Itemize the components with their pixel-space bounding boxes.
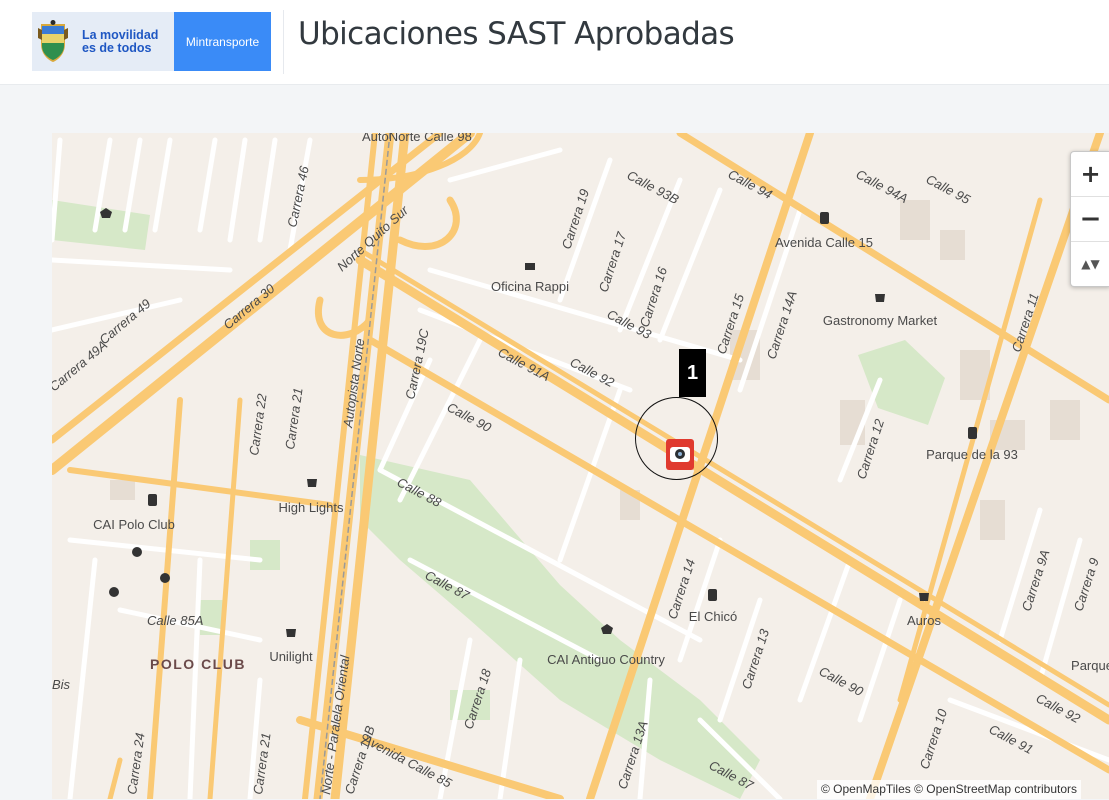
- logo-line-2: es de todos: [82, 40, 152, 55]
- street-label: Carrera 13: [739, 626, 773, 690]
- bus-icon: [820, 212, 829, 224]
- major-road: [147, 397, 183, 799]
- street-label: Calle 85A: [147, 613, 203, 628]
- street-label: Carrera 46: [284, 164, 312, 229]
- street: [257, 137, 278, 243]
- building: [1050, 400, 1080, 440]
- street-label: Calle 95: [924, 171, 974, 207]
- street-label: Calle 93B: [625, 167, 682, 207]
- mail-icon: [525, 263, 535, 270]
- street-label: Carrera 17: [596, 229, 630, 293]
- poi-label: POLO CLUB: [150, 656, 246, 672]
- street-label: Calle 90: [817, 663, 867, 699]
- street-label: Calle 92: [568, 354, 618, 390]
- poi-label: Gastronomy Market: [823, 313, 938, 328]
- park-area: [858, 340, 945, 425]
- street-label: Calle 94A: [854, 166, 911, 206]
- zoom-in-button[interactable]: +: [1071, 152, 1109, 197]
- header-divider: [283, 10, 284, 74]
- poi-label: El Chicó: [689, 609, 737, 624]
- street-label: Carrera 49A: [52, 337, 110, 394]
- interchange-ramp: [396, 196, 460, 250]
- header: La movilidad es de todos Mintransporte U…: [0, 0, 1109, 84]
- logo-left-panel: La movilidad es de todos: [32, 12, 174, 71]
- park-area: [360, 455, 760, 799]
- tree-icon: [132, 547, 142, 557]
- poi-label: Unilight: [269, 649, 313, 664]
- poi-label: High Lights: [278, 500, 344, 515]
- shop-icon: [875, 294, 885, 302]
- bus-icon: [148, 494, 157, 506]
- building: [940, 230, 965, 260]
- park-area: [250, 540, 280, 570]
- street-label: AutoNorte Calle 98: [362, 133, 472, 144]
- street: [52, 257, 233, 273]
- poi-label: Parque: [1071, 658, 1109, 673]
- shop-icon: [919, 593, 929, 601]
- poi-label: Oficina Rappi: [491, 279, 569, 294]
- zoom-out-button[interactable]: −: [1071, 197, 1109, 242]
- street-label: Carrera 49: [96, 296, 153, 347]
- logo-tagline: La movilidad es de todos: [82, 27, 159, 55]
- poi-label: CAI Antiguo Country: [547, 652, 665, 667]
- building: [980, 500, 1005, 540]
- zoom-controls: + − ▲▼: [1070, 151, 1109, 287]
- poi-label: Avenida Calle 15: [775, 235, 873, 250]
- bus-icon: [708, 589, 717, 601]
- street: [197, 137, 218, 233]
- street-label: Carrera 21: [282, 387, 306, 451]
- map-tiles[interactable]: AutoNorte Calle 98 Carrera 46 Carrera 30…: [52, 133, 1109, 799]
- camera-icon[interactable]: [666, 439, 694, 470]
- ministry-label: Mintransporte: [174, 12, 271, 71]
- poi-label: Parque de la 93: [926, 447, 1018, 462]
- tree-icon: [109, 587, 119, 597]
- building: [900, 200, 930, 240]
- street-label: Calle 94: [726, 166, 775, 202]
- street: [857, 597, 903, 723]
- shop-icon: [286, 629, 296, 637]
- bus-icon: [968, 427, 977, 439]
- street-label: Carrera 24: [124, 732, 148, 796]
- major-road: [207, 397, 243, 799]
- government-logo[interactable]: La movilidad es de todos Mintransporte: [32, 12, 271, 71]
- map-attribution[interactable]: © OpenMapTiles © OpenStreetMap contribut…: [817, 780, 1082, 799]
- marker-number-label: 1: [679, 349, 706, 397]
- poi-label: CAI Polo Club: [93, 517, 175, 532]
- camera-lens: [674, 448, 686, 460]
- logo-line-1: La movilidad: [82, 27, 159, 42]
- tree-icon: [160, 573, 170, 583]
- major-road: [107, 757, 123, 799]
- building: [110, 480, 135, 500]
- map-view[interactable]: AutoNorte Calle 98 Carrera 46 Carrera 30…: [52, 133, 1109, 799]
- street-label: Carrera 10: [917, 706, 951, 770]
- street: [187, 557, 203, 799]
- street: [227, 137, 248, 243]
- interchange-ramp: [314, 296, 374, 339]
- coat-of-arms-icon: [38, 19, 68, 62]
- street-label: Carrera 22: [246, 392, 270, 456]
- camera-body: [670, 447, 690, 462]
- page-title: Ubicaciones SAST Aprobadas: [298, 16, 735, 52]
- shop-icon: [307, 479, 317, 487]
- street: [152, 137, 173, 233]
- street-label: Bis: [52, 677, 71, 692]
- poi-label: Auros: [907, 613, 941, 628]
- street: [67, 557, 98, 799]
- reset-north-button[interactable]: ▲▼: [1071, 242, 1109, 286]
